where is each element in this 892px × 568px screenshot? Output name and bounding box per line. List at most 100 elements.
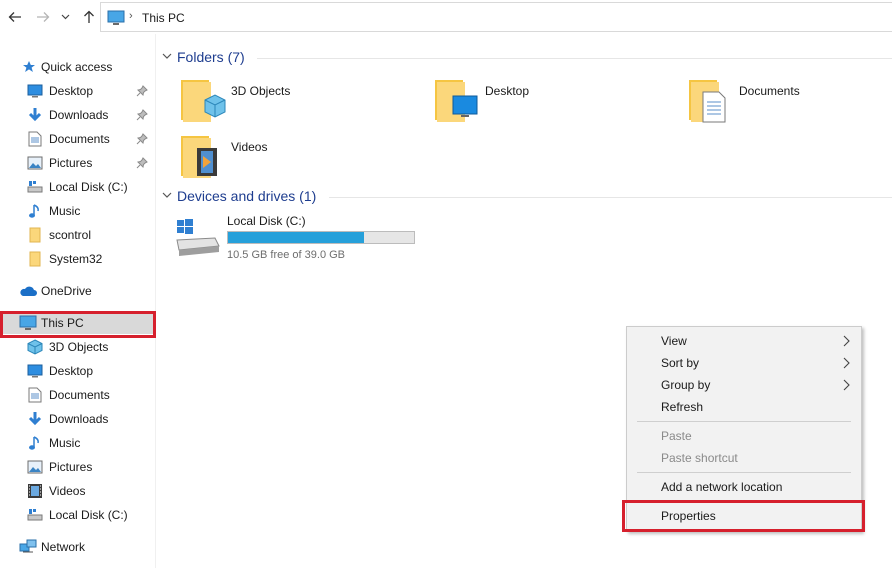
- sidebar-item-music[interactable]: Music: [0, 432, 156, 454]
- 3d-objects-folder-icon: [181, 80, 226, 122]
- folder-label: 3D Objects: [231, 84, 291, 98]
- forward-arrow-icon: [37, 12, 50, 22]
- sidebar-item-label: Music: [49, 204, 81, 218]
- downloads-icon: [26, 106, 44, 124]
- sidebar-item-label: Local Disk (C:): [49, 508, 128, 522]
- drive-icon: [26, 506, 44, 524]
- folder-documents[interactable]: Documents: [687, 78, 892, 130]
- folder-videos[interactable]: Videos: [179, 134, 429, 186]
- videos-icon: [26, 482, 44, 500]
- chevron-right-icon: [843, 335, 850, 347]
- windows-drive-icon: [176, 219, 220, 256]
- menu-item-group-by[interactable]: Group by: [627, 374, 861, 396]
- sidebar-item-local-disk[interactable]: Local Disk (C:): [0, 504, 156, 526]
- drive-free-space: 10.5 GB free of 39.0 GB: [227, 249, 346, 261]
- address-bar[interactable]: › This PC: [100, 2, 892, 32]
- context-menu: View Sort by Group by Refresh Paste Past…: [626, 326, 862, 532]
- menu-separator: [637, 421, 851, 422]
- sidebar-item-documents-quick[interactable]: Documents: [0, 128, 156, 150]
- menu-item-properties[interactable]: Properties: [627, 505, 861, 527]
- sidebar-item-label: Pictures: [49, 460, 93, 474]
- menu-item-label: Refresh: [661, 400, 704, 414]
- menu-separator: [637, 472, 851, 473]
- drive-usage-fill: [228, 232, 364, 243]
- pin-icon[interactable]: [136, 109, 148, 121]
- chevron-right-icon: [843, 379, 850, 391]
- sidebar-item-label: 3D Objects: [49, 340, 109, 354]
- pin-icon[interactable]: [136, 85, 148, 97]
- sidebar-item-label: Desktop: [49, 364, 94, 378]
- sidebar-item-label: Desktop: [49, 84, 94, 98]
- menu-separator: [637, 501, 851, 502]
- drive-local-disk-c[interactable]: Local Disk (C:) 10.5 GB free of 39.0 GB: [175, 210, 435, 266]
- menu-item-paste-shortcut[interactable]: Paste shortcut: [627, 447, 861, 469]
- chevron-down-icon: [162, 53, 172, 59]
- sidebar-item-label: Network: [41, 540, 86, 554]
- menu-item-label: Paste: [661, 429, 692, 443]
- videos-folder-icon: [181, 136, 217, 178]
- sidebar-item-label: OneDrive: [41, 284, 92, 298]
- forward-button[interactable]: [34, 8, 52, 26]
- sidebar-item-desktop[interactable]: Desktop: [0, 360, 156, 382]
- folder-desktop[interactable]: Desktop: [433, 78, 683, 130]
- sidebar-item-this-pc[interactable]: This PC: [0, 312, 156, 334]
- cloud-icon: [19, 282, 37, 300]
- recent-locations-button[interactable]: [59, 8, 71, 26]
- star-icon: [20, 58, 38, 76]
- sidebar-item-downloads[interactable]: Downloads: [0, 408, 156, 430]
- sidebar-item-label: Videos: [49, 484, 86, 498]
- sidebar-item-label: Downloads: [49, 412, 109, 426]
- sidebar-item-quick-access[interactable]: Quick access: [0, 56, 156, 78]
- devices-group-title: Devices and drives (1): [177, 188, 317, 204]
- sidebar-item-local-disk-quick[interactable]: Local Disk (C:): [0, 176, 156, 198]
- sidebar-item-3d-objects[interactable]: 3D Objects: [0, 336, 156, 358]
- pictures-icon: [26, 154, 44, 172]
- sidebar-item-label: System32: [49, 252, 103, 266]
- pin-icon[interactable]: [136, 157, 148, 169]
- group-divider: [329, 197, 892, 198]
- sidebar-item-desktop-quick[interactable]: Desktop: [0, 80, 156, 102]
- menu-item-label: Sort by: [661, 356, 700, 370]
- menu-item-label: View: [661, 334, 687, 348]
- menu-item-refresh[interactable]: Refresh: [627, 396, 861, 418]
- back-button[interactable]: [6, 8, 24, 26]
- documents-folder-icon: [689, 80, 726, 123]
- sidebar-item-system32[interactable]: System32: [0, 248, 156, 270]
- pin-icon[interactable]: [136, 133, 148, 145]
- sidebar-item-scontrol[interactable]: scontrol: [0, 224, 156, 246]
- menu-item-label: Paste shortcut: [661, 451, 738, 465]
- sidebar-item-label: Pictures: [49, 156, 93, 170]
- up-arrow-icon: [84, 10, 94, 23]
- this-pc-icon: [19, 314, 37, 332]
- sidebar-item-music-quick[interactable]: Music: [0, 200, 156, 222]
- this-pc-icon: [107, 10, 125, 25]
- drive-usage-bar: [227, 231, 415, 244]
- drive-label: Local Disk (C:): [227, 214, 306, 228]
- folder-label: Documents: [739, 84, 800, 98]
- menu-item-sort-by[interactable]: Sort by: [627, 352, 861, 374]
- sidebar-item-videos[interactable]: Videos: [0, 480, 156, 502]
- sidebar-item-label: scontrol: [49, 228, 92, 242]
- sidebar-item-downloads-quick[interactable]: Downloads: [0, 104, 156, 126]
- sidebar-item-label: Documents: [49, 132, 110, 146]
- sidebar-item-pictures-quick[interactable]: Pictures: [0, 152, 156, 174]
- desktop-icon: [26, 82, 44, 100]
- menu-item-paste[interactable]: Paste: [627, 425, 861, 447]
- 3d-objects-icon: [26, 338, 44, 356]
- breadcrumb-separator[interactable]: ›: [129, 10, 133, 22]
- menu-item-add-network-location[interactable]: Add a network location: [627, 476, 861, 498]
- folder-icon: [26, 226, 44, 244]
- sidebar-item-network[interactable]: Network: [0, 536, 156, 558]
- sidebar-item-pictures[interactable]: Pictures: [0, 456, 156, 478]
- desktop-folder-icon: [435, 80, 478, 122]
- up-button[interactable]: [80, 8, 98, 26]
- group-divider: [257, 58, 892, 59]
- menu-item-view[interactable]: View: [627, 330, 861, 352]
- sidebar-item-documents[interactable]: Documents: [0, 384, 156, 406]
- sidebar-item-label: Documents: [49, 388, 110, 402]
- folders-group-title: Folders (7): [177, 49, 245, 65]
- folder-3d-objects[interactable]: 3D Objects: [179, 78, 429, 130]
- sidebar-item-onedrive[interactable]: OneDrive: [0, 280, 156, 302]
- breadcrumb-this-pc[interactable]: This PC: [142, 11, 185, 25]
- devices-group-header[interactable]: Devices and drives (1): [157, 187, 357, 207]
